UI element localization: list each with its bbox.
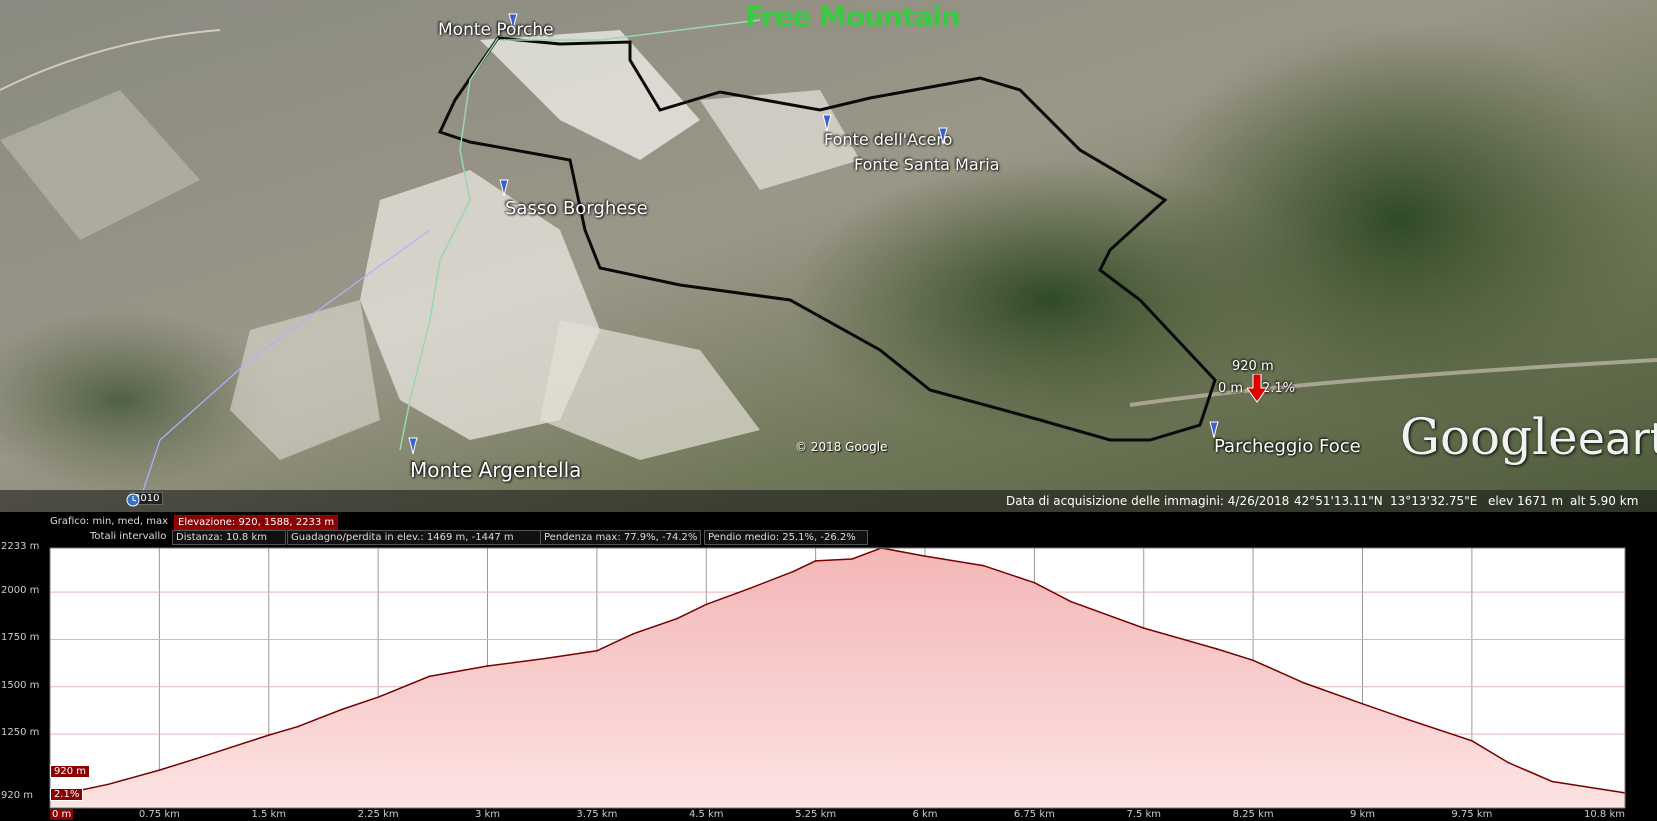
placemark-label-monte-argentella[interactable]: Monte Argentella bbox=[410, 458, 581, 482]
cursor-slope-box: 2.1% bbox=[50, 788, 84, 801]
longitude-readout: 13°13'32.75"E bbox=[1390, 494, 1478, 508]
profile-point bbox=[982, 564, 985, 567]
profile-point bbox=[1303, 682, 1305, 684]
google-earth-logo: Googleearth bbox=[1400, 408, 1657, 466]
pushpin-icon[interactable] bbox=[406, 436, 420, 456]
placemark-label-monte-porche[interactable]: Monte Porche bbox=[438, 20, 554, 40]
altitude-readout: alt 5.90 km bbox=[1570, 494, 1639, 508]
profile-point bbox=[924, 555, 926, 557]
cursor-elevation-label: 920 m bbox=[1232, 359, 1274, 374]
satellite-map-view[interactable]: Monte Porche Fonte dell'Acero Fonte Sant… bbox=[0, 0, 1657, 512]
profile-point bbox=[705, 603, 708, 606]
clock-icon[interactable] bbox=[124, 492, 142, 508]
profile-point bbox=[486, 665, 489, 667]
profile-point bbox=[545, 657, 547, 660]
profile-point bbox=[1405, 718, 1408, 720]
pushpin-icon[interactable] bbox=[936, 126, 950, 146]
placemark-label-fonte-santa-maria[interactable]: Fonte Santa Maria bbox=[854, 155, 999, 174]
profile-point bbox=[1215, 648, 1218, 650]
profile-point bbox=[749, 587, 751, 590]
profile-point bbox=[195, 757, 197, 760]
status-bar: Data di acquisizione delle immagini: 4/2… bbox=[0, 490, 1657, 512]
imagery-date: Data di acquisizione delle immagini: 4/2… bbox=[1006, 494, 1290, 508]
profile-point bbox=[1252, 659, 1254, 662]
cursor-elevation-box: 920 m bbox=[50, 765, 91, 778]
profile-point bbox=[792, 570, 795, 573]
profile-point bbox=[1551, 780, 1553, 783]
latitude-readout: 42°51'13.11"N bbox=[1294, 494, 1383, 508]
profile-point bbox=[632, 632, 635, 635]
elevation-readout: elev 1671 m bbox=[1488, 494, 1564, 508]
profile-point bbox=[428, 675, 430, 678]
placemark-label-sasso-borghese[interactable]: Sasso Borghese bbox=[505, 198, 648, 219]
profile-point bbox=[1070, 600, 1072, 603]
cursor-distance-label: 0 m bbox=[1218, 381, 1244, 396]
profile-point bbox=[676, 617, 678, 620]
watermark-text: Free Mountain bbox=[745, 0, 961, 33]
profile-point bbox=[377, 696, 379, 699]
historical-imagery-indicator[interactable]: 2010 bbox=[124, 492, 164, 508]
elevation-chart[interactable] bbox=[0, 512, 1657, 821]
profile-point bbox=[107, 783, 110, 786]
profile-point bbox=[1142, 627, 1145, 629]
profile-point bbox=[1507, 761, 1510, 764]
placemark-label-parcheggio-foce[interactable]: Parcheggio Foce bbox=[1214, 436, 1361, 457]
placemark-label-fonte-dell-acero[interactable]: Fonte dell'Acero bbox=[824, 130, 952, 149]
profile-point bbox=[267, 734, 270, 736]
profile-point bbox=[596, 650, 598, 652]
profile-point bbox=[158, 769, 161, 771]
profile-point bbox=[1471, 739, 1473, 742]
profile-point bbox=[1033, 581, 1036, 584]
profile-point bbox=[340, 708, 343, 711]
pushpin-icon[interactable] bbox=[497, 178, 511, 198]
profile-point bbox=[1361, 703, 1364, 705]
elevation-profile-panel[interactable]: Grafico: min, med, max Elevazione: 920, … bbox=[0, 512, 1657, 821]
profile-point bbox=[297, 725, 299, 728]
position-arrow-icon bbox=[1247, 374, 1267, 403]
profile-point bbox=[814, 560, 817, 562]
profile-point bbox=[851, 558, 853, 560]
copyright-text: © 2018 Google bbox=[795, 440, 888, 454]
